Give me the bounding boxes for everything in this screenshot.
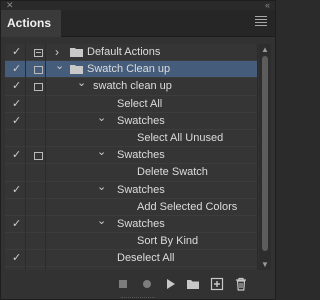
action-row[interactable]: ✓ ⌄ Swatches	[5, 110, 257, 130]
chevron-down-icon[interactable]: ⌄	[97, 144, 106, 161]
action-row-label: swatch clean up	[93, 80, 172, 93]
folder-icon	[70, 48, 83, 57]
delete-icon[interactable]	[233, 276, 249, 292]
panel-menu-icon[interactable]	[255, 16, 267, 28]
action-row[interactable]: ✓ ⌄ swatch clean up	[5, 75, 257, 96]
play-icon[interactable]	[162, 276, 178, 292]
dialog-toggle-icon[interactable]	[34, 49, 43, 57]
checkmark-icon[interactable]: ✓	[12, 96, 24, 113]
action-row[interactable]: ✓ ⌄ Swatch Clean up	[5, 58, 257, 79]
dialog-toggle-icon[interactable]	[34, 83, 43, 92]
chevron-down-icon[interactable]: ⌄	[55, 58, 64, 75]
checkmark-icon[interactable]: ✓	[12, 78, 24, 95]
action-row-label: Swatches	[117, 183, 165, 196]
action-row-label: Select All	[117, 97, 163, 110]
panel-tab-bar: Actions	[1, 10, 275, 37]
scroll-down-icon[interactable]: ▼	[261, 260, 269, 269]
action-row-label: Sort By Kind	[137, 235, 199, 248]
resize-grip[interactable]	[121, 297, 155, 299]
action-row-label: Delete Swatch	[137, 166, 208, 179]
action-row-label: Swatches	[117, 217, 165, 230]
action-row[interactable]: ✓ Deselect All	[5, 250, 257, 268]
actions-toolbar	[1, 270, 275, 299]
column-divider	[25, 44, 26, 270]
collapse-panel-button[interactable]: ‹‹	[265, 0, 270, 10]
column-divider	[45, 44, 46, 270]
action-row[interactable]: ✓ ⌄ Swatches	[5, 213, 257, 234]
vertical-scrollbar[interactable]: ▲ ▼	[259, 44, 271, 270]
action-row[interactable]: ✓ ⌄ Swatches	[5, 179, 257, 199]
chevron-down-icon[interactable]: ⌄	[97, 213, 106, 230]
action-row[interactable]: ✓ › Default Actions	[5, 44, 257, 62]
new-set-icon[interactable]	[185, 276, 201, 292]
checkmark-icon[interactable]: ✓	[12, 250, 24, 267]
checkmark-icon[interactable]: ✓	[12, 147, 24, 164]
checkmark-icon[interactable]: ✓	[12, 182, 24, 199]
actions-list: ✓ › Default Actions ✓ ⌄ Swatch Clean up ✓ ⌄ swat…	[5, 44, 258, 270]
dialog-toggle-icon[interactable]	[34, 66, 43, 75]
tab-actions[interactable]: Actions	[1, 10, 61, 37]
checkmark-icon[interactable]: ✓	[12, 113, 24, 130]
action-row-label: Swatch Clean up	[87, 63, 171, 76]
action-row-label: Swatches	[117, 149, 165, 162]
actions-panel: ✕ ‹‹ Actions ✓ › Default Actions ✓ ⌄ Swatch C…	[0, 0, 276, 300]
action-row-label: Deselect All	[117, 252, 175, 265]
checkmark-icon[interactable]: ✓	[12, 216, 24, 233]
chevron-down-icon[interactable]: ⌄	[77, 75, 86, 92]
action-row[interactable]: ✓ ⌄ Swatches	[5, 144, 257, 165]
panel-title-strip: ✕ ‹‹	[1, 0, 275, 10]
new-action-icon[interactable]	[209, 276, 225, 292]
action-row-label: Swatches	[117, 114, 165, 127]
action-row[interactable]: Sort By Kind	[5, 233, 257, 251]
action-row[interactable]: Add Selected Colors	[5, 199, 257, 216]
scroll-up-icon[interactable]: ▲	[261, 45, 269, 54]
close-panel-button[interactable]: ✕	[6, 0, 14, 10]
action-row-label: Default Actions	[87, 46, 161, 58]
folder-icon	[70, 65, 83, 75]
action-row-label: Add Selected Colors	[137, 200, 238, 213]
action-row-label: Select All Unused	[137, 131, 224, 144]
checkmark-icon[interactable]: ✓	[12, 44, 24, 61]
action-row[interactable]: ✓ Select All	[5, 96, 257, 113]
stop-icon[interactable]	[115, 276, 131, 292]
action-row[interactable]: Delete Swatch	[5, 164, 257, 182]
chevron-down-icon[interactable]: ⌄	[97, 110, 106, 127]
checkmark-icon[interactable]: ✓	[12, 61, 24, 78]
action-row[interactable]: Select All Unused	[5, 130, 257, 148]
chevron-down-icon[interactable]: ⌄	[97, 179, 106, 196]
record-icon[interactable]	[139, 276, 155, 292]
dialog-toggle-icon[interactable]	[34, 152, 43, 161]
scroll-thumb[interactable]	[262, 56, 268, 251]
